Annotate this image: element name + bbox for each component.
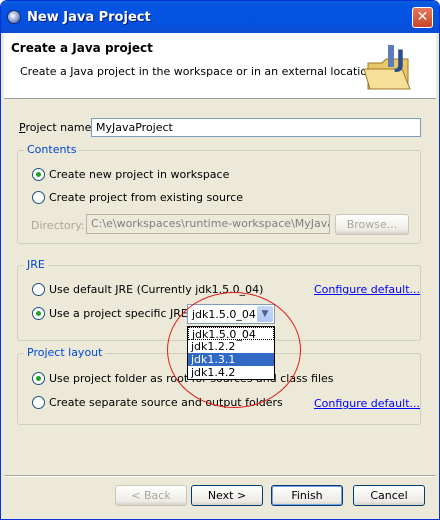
banner-description: Create a Java project in the workspace o…	[20, 65, 378, 78]
project-name-label: Project name:	[19, 121, 96, 134]
use-specific-jre-radio[interactable]	[32, 307, 45, 320]
use-specific-jre-label: Use a project specific JRE:	[49, 307, 192, 320]
java-project-folder-icon: J	[363, 45, 411, 90]
directory-input[interactable]: C:\e\workspaces\runtime-workspace\MyJava…	[86, 214, 330, 234]
jre-select[interactable]: jdk1.5.0_04 ▼	[187, 304, 275, 324]
create-from-source-radio[interactable]	[32, 191, 45, 204]
window-title: New Java Project	[27, 10, 151, 25]
directory-label: Directory:	[31, 219, 85, 232]
project-name-input[interactable]: MyJavaProject	[91, 118, 421, 137]
use-default-jre-label: Use default JRE (Currently jdk1.5.0_04)	[49, 283, 264, 296]
separate-folders-radio[interactable]	[32, 396, 45, 409]
jre-option[interactable]: jdk1.5.0_04	[188, 327, 274, 341]
configure-layout-link[interactable]: Configure default...	[314, 397, 420, 410]
banner-title: Create a Java project	[11, 41, 153, 55]
jre-option[interactable]: jdk1.2.2	[188, 340, 274, 353]
create-from-source-label: Create project from existing source	[49, 191, 244, 204]
jre-group-title: JRE	[24, 258, 48, 271]
jre-select-value: jdk1.5.0_04	[192, 308, 256, 321]
eclipse-icon	[7, 10, 21, 24]
new-java-project-dialog: New Java Project ✕ Create a Java project…	[0, 0, 440, 520]
button-bar-separator	[4, 475, 436, 477]
browse-button[interactable]: Browse...	[335, 214, 409, 235]
create-new-project-label: Create new project in workspace	[49, 168, 230, 181]
wizard-banner: Create a Java project Create a Java proj…	[4, 33, 436, 99]
jre-option-highlighted[interactable]: jdk1.3.1	[188, 353, 274, 366]
configure-jre-link[interactable]: Configure default...	[314, 283, 420, 296]
cancel-button[interactable]: Cancel	[353, 485, 425, 506]
project-layout-group-title: Project layout	[24, 346, 106, 359]
chevron-down-icon[interactable]: ▼	[257, 306, 273, 322]
finish-button[interactable]: Finish	[271, 485, 343, 506]
next-button[interactable]: Next >	[191, 485, 263, 506]
close-button[interactable]: ✕	[412, 7, 433, 28]
contents-group-title: Contents	[24, 143, 80, 156]
title-bar[interactable]: New Java Project ✕	[1, 1, 439, 33]
jre-option[interactable]: jdk1.4.2	[188, 366, 274, 379]
back-button[interactable]: < Back	[115, 485, 187, 506]
banner-icon-letter: J	[394, 45, 405, 73]
use-project-root-radio[interactable]	[32, 372, 45, 385]
create-new-project-radio[interactable]	[32, 168, 45, 181]
use-default-jre-radio[interactable]	[32, 283, 45, 296]
separate-folders-label: Create separate source and output folder…	[49, 396, 283, 409]
jre-dropdown-list[interactable]: jdk1.5.0_04 jdk1.2.2 jdk1.3.1 jdk1.4.2	[187, 326, 275, 380]
